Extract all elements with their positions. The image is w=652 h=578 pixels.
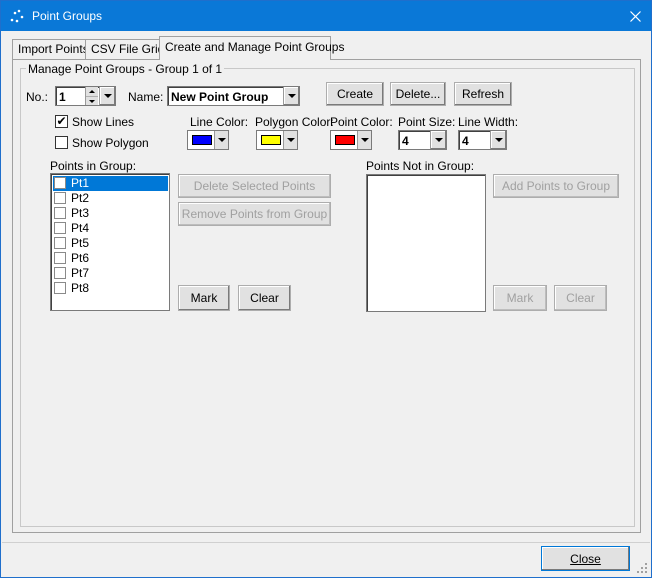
point-label: Pt7: [71, 266, 90, 280]
window-title: Point Groups: [32, 9, 103, 23]
create-button[interactable]: Create: [326, 82, 384, 106]
list-item[interactable]: Pt5: [53, 236, 168, 251]
tab-label: CSV File Grid: [91, 42, 165, 56]
number-spinner[interactable]: 1: [55, 86, 116, 106]
line-width-combo[interactable]: 4: [458, 130, 507, 150]
close-icon: [629, 10, 641, 22]
point-size-value: 4: [402, 134, 409, 148]
name-value: New Point Group: [171, 90, 269, 104]
point-checkbox[interactable]: [54, 282, 66, 294]
point-size-label: Point Size:: [398, 115, 456, 129]
point-size-dropdown-arrow[interactable]: [430, 131, 446, 149]
point-label: Pt4: [71, 221, 90, 235]
tab-label: Create and Manage Point Groups: [165, 40, 345, 54]
point-color-swatch: [335, 135, 355, 145]
chevron-down-icon: [287, 94, 296, 98]
line-color-swatch: [192, 135, 212, 145]
line-color-picker[interactable]: [187, 130, 229, 150]
tab-label: Import Points: [18, 42, 89, 56]
point-label: Pt1: [71, 176, 90, 190]
point-label: Pt2: [71, 191, 90, 205]
point-groups-app-icon: [10, 9, 24, 23]
close-button[interactable]: Close: [541, 546, 630, 571]
clear-button-right[interactable]: Clear: [554, 285, 607, 311]
tab-import-points[interactable]: Import Points: [12, 39, 96, 59]
window-close-button[interactable]: [619, 1, 651, 31]
points-not-in-group-list[interactable]: [366, 174, 486, 312]
name-label: Name:: [128, 90, 164, 104]
show-polygon-label: Show Polygon: [72, 136, 149, 150]
list-item[interactable]: Pt6: [53, 251, 168, 266]
show-lines-label: Show Lines: [72, 115, 135, 129]
show-lines-checkbox[interactable]: ✔: [55, 114, 68, 128]
point-label: Pt5: [71, 236, 90, 250]
point-label: Pt6: [71, 251, 90, 265]
delete-selected-points-button[interactable]: Delete Selected Points: [178, 174, 331, 198]
line-width-dropdown-arrow[interactable]: [490, 131, 506, 149]
point-checkbox[interactable]: [54, 207, 66, 219]
tab-create-manage-point-groups[interactable]: Create and Manage Point Groups: [159, 36, 344, 60]
point-checkbox[interactable]: [54, 267, 66, 279]
polygon-color-dropdown-arrow[interactable]: [283, 131, 297, 149]
polygon-color-swatch: [261, 135, 281, 145]
list-item[interactable]: Pt3: [53, 206, 168, 221]
add-points-to-group-button[interactable]: Add Points to Group: [493, 174, 619, 198]
point-checkbox[interactable]: [54, 222, 66, 234]
point-checkbox[interactable]: [54, 177, 66, 189]
number-label: No.:: [26, 90, 49, 104]
list-item[interactable]: Pt8: [53, 281, 168, 296]
number-dropdown-arrow[interactable]: [99, 87, 115, 105]
list-item[interactable]: Pt1: [53, 176, 168, 191]
line-color-dropdown-arrow[interactable]: [214, 131, 228, 149]
delete-button[interactable]: Delete...: [390, 82, 446, 106]
polygon-color-label: Polygon Color:: [255, 115, 334, 129]
point-checkbox[interactable]: [54, 192, 66, 204]
resize-grip-icon[interactable]: [637, 563, 647, 573]
point-color-label: Point Color:: [330, 115, 393, 129]
name-combo[interactable]: New Point Group: [167, 86, 300, 106]
list-item[interactable]: Pt2: [53, 191, 168, 206]
point-label: Pt8: [71, 281, 90, 295]
points-in-group-list[interactable]: Pt1 Pt2 Pt3 Pt4 Pt5 Pt6 Pt7 Pt8: [50, 173, 170, 311]
mark-button-right[interactable]: Mark: [493, 285, 547, 311]
point-groups-window: Point Groups Import Points CSV File Grid…: [0, 0, 652, 578]
point-checkbox[interactable]: [54, 237, 66, 249]
list-item[interactable]: Pt4: [53, 221, 168, 236]
chevron-down-icon: [103, 94, 112, 98]
remove-points-from-group-button[interactable]: Remove Points from Group: [178, 202, 331, 226]
point-size-combo[interactable]: 4: [398, 130, 447, 150]
name-dropdown-arrow[interactable]: [283, 87, 299, 105]
number-spin-buttons[interactable]: [85, 87, 98, 105]
point-checkbox[interactable]: [54, 252, 66, 264]
clear-button-left[interactable]: Clear: [238, 285, 291, 311]
point-color-dropdown-arrow[interactable]: [357, 131, 371, 149]
polygon-color-picker[interactable]: [256, 130, 298, 150]
show-polygon-checkbox[interactable]: [55, 136, 68, 149]
line-width-label: Line Width:: [458, 115, 519, 129]
groupbox-legend: Manage Point Groups - Group 1 of 1: [26, 62, 225, 76]
spin-up-icon[interactable]: [86, 87, 98, 96]
spin-down-icon[interactable]: [86, 96, 98, 105]
close-button-label: Close: [570, 551, 601, 566]
list-item[interactable]: Pt7: [53, 266, 168, 281]
mark-button-left[interactable]: Mark: [178, 285, 230, 311]
number-value: 1: [59, 90, 66, 104]
refresh-button[interactable]: Refresh: [454, 82, 512, 106]
points-in-group-label: Points in Group:: [50, 159, 137, 173]
line-color-label: Line Color:: [190, 115, 249, 129]
point-label: Pt3: [71, 206, 90, 220]
point-color-picker[interactable]: [330, 130, 372, 150]
line-width-value: 4: [462, 134, 469, 148]
points-not-in-group-label: Points Not in Group:: [366, 159, 475, 173]
footer-separator: [2, 542, 650, 543]
checkmark-icon: ✔: [56, 114, 67, 128]
title-bar[interactable]: Point Groups: [1, 1, 651, 31]
